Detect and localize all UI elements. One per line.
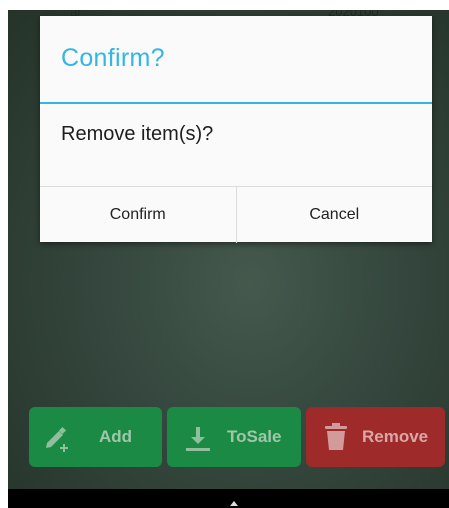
bottom-action-bar: Add ToSale Remove — [29, 407, 445, 469]
confirm-dialog: Confirm? Remove item(s)? Confirm Cancel — [40, 16, 432, 243]
add-label: Add — [99, 427, 133, 446]
dialog-button-bar: Confirm Cancel — [40, 186, 432, 243]
dialog-message: Remove item(s)? — [61, 123, 214, 145]
trash-icon — [322, 422, 350, 457]
app-screen: ar 2020100 Confirm? Remove item(s)? Conf… — [8, 10, 449, 508]
add-button[interactable]: Add — [29, 407, 162, 467]
tosale-label: ToSale — [227, 427, 282, 446]
download-icon — [183, 423, 213, 458]
remove-button[interactable]: Remove — [306, 407, 445, 467]
dialog-title: Confirm? — [61, 44, 165, 72]
title-divider — [40, 102, 432, 104]
remove-label: Remove — [362, 427, 429, 446]
confirm-button[interactable]: Confirm — [40, 187, 236, 243]
system-nav-bar — [8, 489, 449, 508]
chevron-up-icon[interactable] — [230, 501, 238, 506]
pencil-plus-icon — [43, 423, 73, 458]
tosale-button[interactable]: ToSale — [167, 407, 301, 467]
cancel-button[interactable]: Cancel — [235, 187, 433, 243]
